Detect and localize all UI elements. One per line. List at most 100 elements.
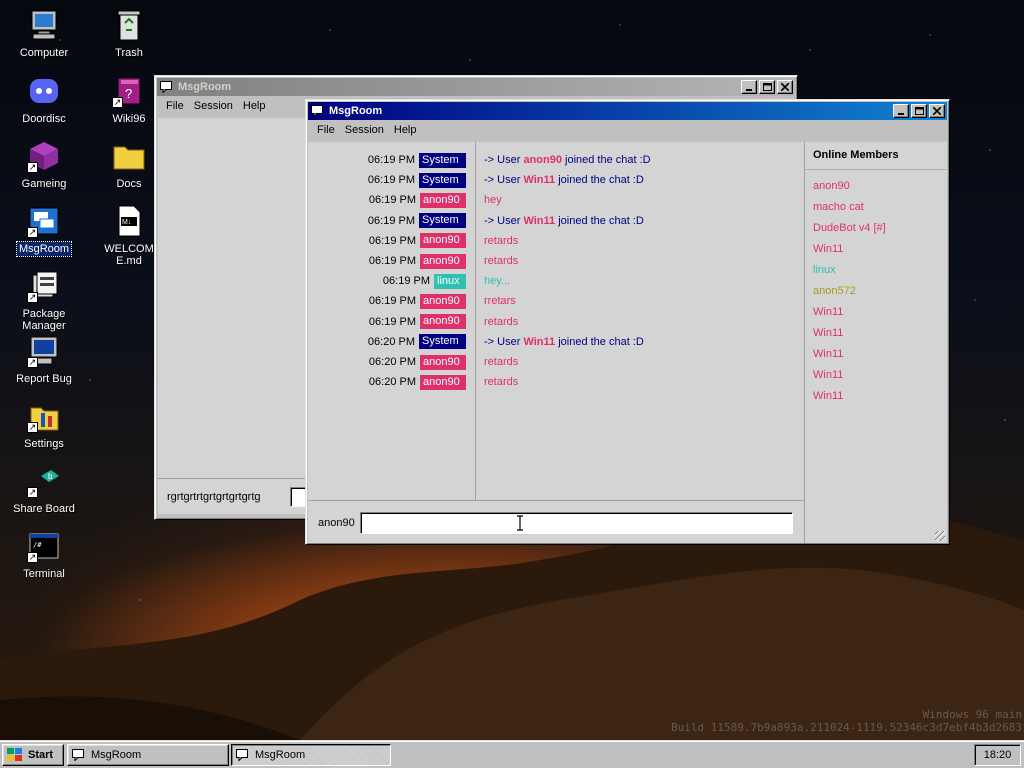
clock[interactable]: 18:20 bbox=[984, 749, 1012, 761]
desktop-icon-share-board[interactable]: b ↗ Share Board bbox=[7, 464, 81, 516]
sender-badge[interactable]: anon90 bbox=[420, 192, 466, 208]
menu-file[interactable]: File bbox=[312, 124, 340, 136]
message-input[interactable] bbox=[360, 512, 793, 534]
window-titlebar[interactable]: MsgRoom bbox=[157, 78, 795, 96]
sender-badge[interactable]: anon90 bbox=[420, 314, 466, 330]
chat-row-meta: 06:19 PM System bbox=[308, 172, 466, 188]
minimize-button[interactable] bbox=[741, 80, 757, 94]
message-time: 06:19 PM bbox=[368, 315, 416, 328]
svg-text:?: ? bbox=[125, 86, 132, 101]
message-time: 06:20 PM bbox=[368, 356, 416, 368]
window-titlebar[interactable]: MsgRoom bbox=[308, 102, 947, 120]
desktop-icon-package-manager[interactable]: ↗ Package Manager bbox=[7, 269, 81, 333]
desktop-icon-doordisc[interactable]: Doordisc bbox=[7, 74, 81, 126]
desktop-icon-trash[interactable]: Trash bbox=[92, 8, 166, 60]
chat-input-bar: anon90 bbox=[308, 500, 804, 543]
sender-badge[interactable]: System bbox=[419, 172, 466, 188]
folder-icon bbox=[112, 139, 146, 173]
maximize-button[interactable] bbox=[759, 80, 775, 94]
msgroom-icon: ↗ bbox=[27, 204, 61, 238]
desktop-icon-label: Settings bbox=[24, 438, 64, 450]
sender-badge[interactable]: anon90 bbox=[420, 354, 466, 370]
start-label: Start bbox=[28, 749, 54, 761]
chat-message: retards bbox=[484, 376, 519, 389]
desktop-icon-msgroom[interactable]: ↗ MsgRoom bbox=[7, 204, 81, 257]
system-message-prefix: -> User bbox=[484, 154, 524, 166]
chat-log[interactable]: 06:19 PM System 06:19 PM System 06:19 PM anon… bbox=[308, 142, 804, 500]
sender-badge[interactable]: System bbox=[419, 334, 466, 350]
sender-badge[interactable]: anon90 bbox=[420, 293, 466, 309]
maximize-button[interactable] bbox=[911, 104, 927, 118]
chat-row-meta: 06:20 PM anon90 bbox=[308, 354, 466, 370]
menu-help[interactable]: Help bbox=[238, 100, 271, 112]
sender-badge[interactable]: linux bbox=[434, 273, 466, 289]
taskbar-item-msgroom[interactable]: MsgRoom bbox=[67, 744, 229, 766]
chat-row-meta: 06:19 PM anon90 bbox=[308, 314, 466, 330]
member-item[interactable]: Win11 bbox=[813, 306, 843, 318]
chat-message: hey... bbox=[484, 275, 511, 288]
joined-username: anon90 bbox=[523, 154, 562, 166]
markdown-file-icon: M↓ bbox=[112, 204, 146, 238]
sender-badge[interactable]: anon90 bbox=[420, 233, 466, 249]
menu-help[interactable]: Help bbox=[389, 124, 422, 136]
desktop-icon-label: MsgRoom bbox=[15, 241, 73, 257]
nickname-label[interactable]: anon90 bbox=[318, 517, 355, 529]
desktop-icon-label: Report Bug bbox=[16, 373, 72, 385]
msgroom-window-front[interactable]: MsgRoom File Session Help 06:19 PM System… bbox=[305, 99, 950, 545]
menu-session[interactable]: Session bbox=[340, 124, 389, 136]
sender-badge[interactable]: anon90 bbox=[420, 374, 466, 390]
desktop-icon-label: Gameing bbox=[21, 178, 67, 190]
desktop-icon-gameing[interactable]: ↗ Gameing bbox=[7, 139, 81, 191]
member-item[interactable]: Win11 bbox=[813, 243, 843, 255]
chat-row-meta: 06:19 PM anon90 bbox=[308, 233, 466, 249]
shortcut-arrow-icon: ↗ bbox=[27, 292, 38, 303]
chat-row-meta: 06:19 PM anon90 bbox=[308, 293, 466, 309]
desktop-icon-settings[interactable]: ↗ Settings bbox=[7, 399, 81, 451]
monitor-bug-icon: ↗ bbox=[27, 334, 61, 368]
member-item[interactable]: Win11 bbox=[813, 369, 843, 381]
member-item[interactable]: linux bbox=[813, 264, 836, 276]
resize-grip-icon[interactable] bbox=[935, 531, 945, 541]
desktop-icon-report-bug[interactable]: ↗ Report Bug bbox=[7, 334, 81, 386]
message-time: 06:19 PM bbox=[367, 154, 415, 166]
menu-session[interactable]: Session bbox=[189, 100, 238, 112]
trash-icon bbox=[112, 8, 146, 42]
sender-badge[interactable]: System bbox=[419, 152, 466, 168]
member-item[interactable]: macho cat bbox=[813, 201, 864, 213]
computer-icon bbox=[27, 8, 61, 42]
chat-message: -> User Win11 joined the chat :D bbox=[484, 213, 644, 229]
member-item[interactable]: anon572 bbox=[813, 285, 856, 297]
member-item[interactable]: Win11 bbox=[813, 348, 843, 360]
message-time: 06:19 PM bbox=[382, 275, 430, 288]
shortcut-arrow-icon: ↗ bbox=[27, 422, 38, 433]
discord-icon bbox=[27, 74, 61, 108]
chat-message: retards bbox=[484, 255, 519, 267]
member-item[interactable]: Win11 bbox=[813, 327, 843, 339]
message-time: 06:19 PM bbox=[367, 174, 415, 187]
menu-file[interactable]: File bbox=[161, 100, 189, 112]
member-item[interactable]: Win11 bbox=[813, 390, 843, 402]
member-item[interactable]: DudeBot v4 [#] bbox=[813, 222, 886, 234]
minimize-button[interactable] bbox=[893, 104, 909, 118]
sender-badge[interactable]: anon90 bbox=[420, 253, 466, 269]
desktop-icon-label: Package Manager bbox=[22, 308, 66, 332]
chat-row-meta: 06:19 PM System bbox=[308, 213, 466, 229]
close-button[interactable] bbox=[929, 104, 945, 118]
share-board-icon: b ↗ bbox=[27, 464, 61, 498]
msgroom-title-icon bbox=[311, 105, 325, 118]
taskbar-item-msgroom-active[interactable]: MsgRoom bbox=[231, 744, 391, 766]
desktop-icon-computer[interactable]: Computer bbox=[7, 8, 81, 60]
sender-badge[interactable]: System bbox=[419, 213, 466, 229]
chat-message: retards bbox=[484, 315, 519, 328]
shortcut-arrow-icon: ↗ bbox=[112, 97, 123, 108]
chat-message: retards bbox=[484, 356, 519, 368]
member-item[interactable]: anon90 bbox=[813, 180, 850, 192]
close-button[interactable] bbox=[777, 80, 793, 94]
desktop-icon-terminal[interactable]: /# ↗ Terminal bbox=[7, 529, 81, 581]
terminal-icon: /# ↗ bbox=[27, 529, 61, 563]
desktop-icon-label: Docs bbox=[116, 178, 142, 190]
system-message-prefix: -> User bbox=[484, 174, 524, 187]
chat-row-meta: 06:20 PM anon90 bbox=[308, 374, 466, 390]
start-button[interactable]: Start bbox=[2, 744, 64, 766]
desktop-icon-label: Wiki96 bbox=[112, 113, 146, 125]
